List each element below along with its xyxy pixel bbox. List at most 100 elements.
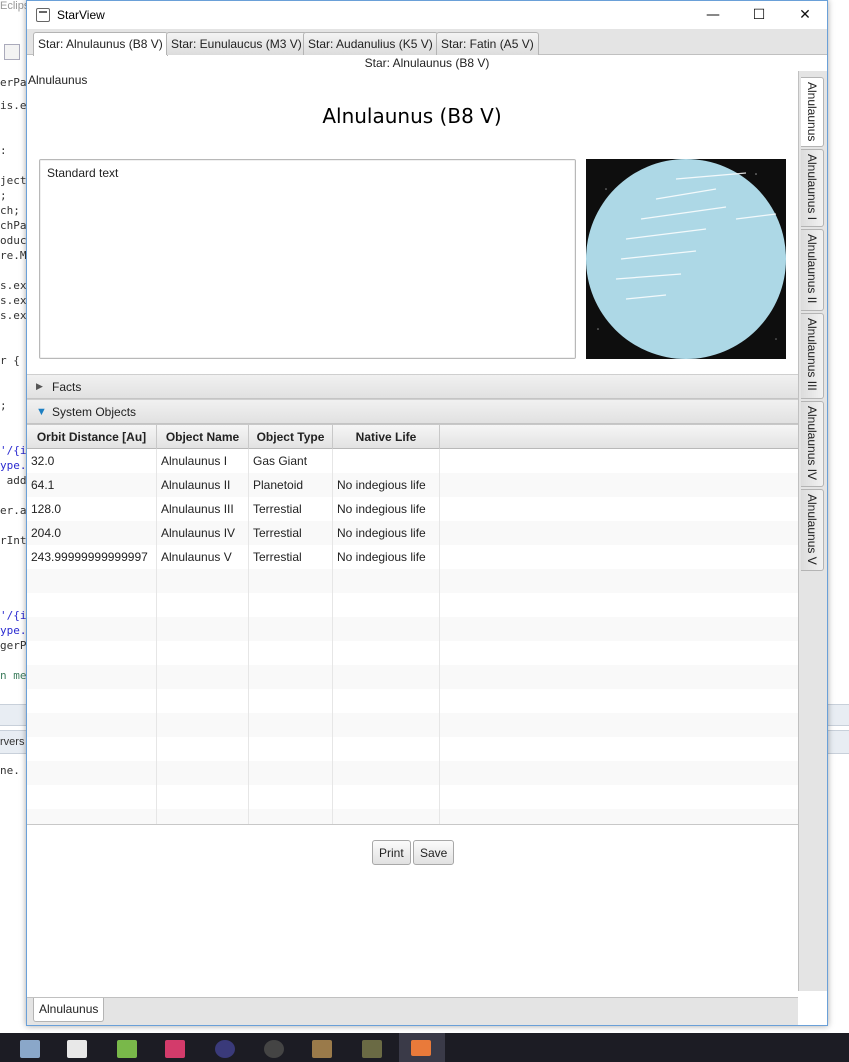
side-tab-alnulaunus-iv[interactable]: Alnulaunus IV — [801, 401, 824, 487]
intellij-app-icon[interactable] — [165, 1040, 185, 1058]
eclipse-app-icon[interactable] — [215, 1040, 235, 1058]
empty-table-row[interactable] — [27, 689, 798, 713]
table-row[interactable]: 243.99999999999997 Alnulaunus V Terrestial… — [27, 545, 798, 569]
background-code-line: ject — [0, 174, 27, 187]
minimize-button[interactable]: — — [690, 1, 736, 29]
side-tab-label: Alnulaunus II — [805, 234, 819, 304]
cell-object-name — [157, 665, 249, 689]
background-code-line: ype. — [0, 624, 27, 637]
tab-star-eunulaucus[interactable]: Star: Eunulaucus (M3 V) — [166, 32, 307, 55]
empty-table-row[interactable] — [27, 617, 798, 641]
close-button[interactable]: ✕ — [782, 1, 827, 29]
save-button[interactable]: Save — [413, 840, 455, 865]
empty-table-row[interactable] — [27, 665, 798, 689]
cell-object-type: Terrestial — [249, 545, 333, 569]
side-tab-label: Alnulaunus — [805, 82, 819, 142]
planet-image — [586, 159, 786, 359]
empty-table-row[interactable] — [27, 569, 798, 593]
game-app-icon[interactable] — [312, 1040, 332, 1058]
cell-native-life: No indegious life — [333, 545, 440, 569]
bottom-tab-alnulaunus[interactable]: Alnulaunus — [33, 998, 105, 1022]
table-row[interactable]: 128.0 Alnulaunus III Terrestial No indegiou… — [27, 497, 798, 521]
empty-table-row[interactable] — [27, 593, 798, 617]
tab-star-fatin[interactable]: Star: Fatin (A5 V) — [436, 32, 539, 55]
empty-table-row[interactable] — [27, 785, 798, 809]
system-objects-section-header[interactable]: ▼ System Objects — [27, 399, 798, 424]
tab-star-alnulaunus[interactable]: Star: Alnulaunus (B8 V) — [33, 32, 168, 56]
slack-app-icon[interactable] — [264, 1040, 284, 1058]
java-app-taskbar-button[interactable] — [399, 1033, 445, 1062]
java-icon — [411, 1040, 431, 1056]
side-tab-label: Alnulaunus IV — [805, 406, 819, 481]
side-tab-alnulaunus-i[interactable]: Alnulaunus I — [801, 149, 824, 227]
cell-native-life: No indegious life — [333, 473, 440, 497]
empty-table-row[interactable] — [27, 641, 798, 665]
gimp-app-icon[interactable] — [362, 1040, 382, 1058]
table-row[interactable]: 204.0 Alnulaunus IV Terrestial No indegious… — [27, 521, 798, 545]
system-objects-section-label: System Objects — [52, 404, 137, 419]
background-code-line: ch; — [0, 204, 20, 217]
cell-orbit-distance: 243.99999999999997 — [27, 545, 157, 569]
photos-app-icon[interactable] — [20, 1040, 40, 1058]
empty-table-row[interactable] — [27, 809, 798, 824]
background-code-line: : — [0, 144, 7, 157]
side-tab-alnulaunus[interactable]: Alnulaunus — [801, 77, 824, 147]
cell-orbit-distance — [27, 713, 157, 737]
column-header-object-type[interactable]: Object Type — [249, 425, 333, 449]
cell-object-name — [157, 617, 249, 641]
cell-native-life — [333, 809, 440, 824]
maximize-button[interactable]: ☐ — [736, 1, 782, 29]
notes-app-icon[interactable] — [117, 1040, 137, 1058]
system-objects-table[interactable]: Orbit Distance [Au] Object Name Object T… — [27, 424, 798, 825]
empty-table-row[interactable] — [27, 713, 798, 737]
side-tab-alnulaunus-ii[interactable]: Alnulaunus II — [801, 229, 824, 311]
table-row[interactable]: 64.1 Alnulaunus II Planetoid No indegious l… — [27, 473, 798, 497]
side-tab-alnulaunus-v[interactable]: Alnulaunus V — [801, 489, 824, 571]
background-code-line: n me — [0, 669, 27, 682]
table-row[interactable]: 32.0 Alnulaunus I Gas Giant — [27, 449, 798, 473]
cell-native-life — [333, 569, 440, 593]
collapsed-arrow-icon: ▶ — [36, 381, 43, 391]
side-tab-label: Alnulaunus V — [805, 494, 819, 565]
cell-native-life — [333, 737, 440, 761]
cell-orbit-distance — [27, 737, 157, 761]
column-header-object-name[interactable]: Object Name — [157, 425, 249, 449]
background-code-line: '/{i — [0, 609, 27, 622]
cell-orbit-distance — [27, 593, 157, 617]
cell-object-name — [157, 761, 249, 785]
cell-object-name — [157, 809, 249, 824]
description-textarea[interactable]: Standard text — [39, 159, 576, 359]
background-code-line: gerP — [0, 639, 27, 652]
starview-window: StarView — ☐ ✕ Star: Alnulaunus (B8 V) S… — [26, 0, 828, 1026]
title-bar[interactable]: StarView — ☐ ✕ — [27, 1, 827, 29]
background-code-line: r { — [0, 354, 20, 367]
cell-object-name: Alnulaunus III — [157, 497, 249, 521]
cell-object-type — [249, 713, 333, 737]
cell-object-name — [157, 569, 249, 593]
cell-native-life — [333, 449, 440, 473]
facts-section-label: Facts — [52, 379, 82, 394]
cell-object-name: Alnulaunus IV — [157, 521, 249, 545]
column-header-orbit-distance[interactable]: Orbit Distance [Au] — [27, 425, 157, 449]
app-icon — [36, 8, 50, 22]
print-button[interactable]: Print — [372, 840, 411, 865]
background-code-line: ype. — [0, 459, 27, 472]
cell-object-type — [249, 617, 333, 641]
column-header-native-life[interactable]: Native Life — [333, 425, 440, 449]
empty-table-row[interactable] — [27, 761, 798, 785]
content-title: Star: Alnulaunus (B8 V) — [364, 56, 490, 70]
cell-orbit-distance — [27, 665, 157, 689]
mail-app-icon[interactable] — [67, 1040, 87, 1058]
cell-native-life: No indegious life — [333, 497, 440, 521]
background-code-line: rInt — [0, 534, 27, 547]
background-toolbar-icon — [4, 44, 20, 60]
breadcrumb: Alnulaunus — [28, 73, 88, 87]
cell-orbit-distance — [27, 689, 157, 713]
tab-star-audanulius[interactable]: Star: Audanulius (K5 V) — [303, 32, 438, 55]
side-tab-alnulaunus-iii[interactable]: Alnulaunus III — [801, 313, 824, 399]
empty-table-row[interactable] — [27, 737, 798, 761]
taskbar — [0, 1033, 849, 1062]
close-icon: ✕ — [799, 7, 811, 23]
facts-section-header[interactable]: ▶ Facts — [27, 374, 798, 399]
table-header: Orbit Distance [Au] Object Name Object T… — [27, 425, 798, 449]
